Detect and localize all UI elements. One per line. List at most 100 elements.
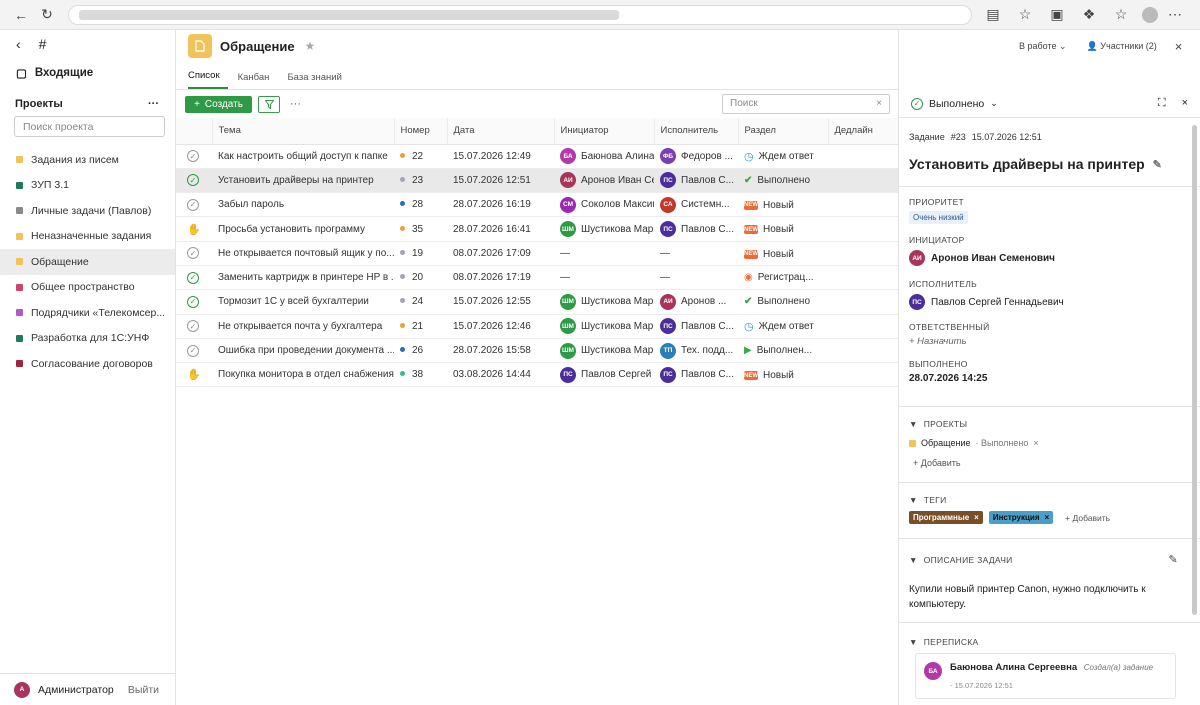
list-search-input[interactable]: Поиск ×	[722, 94, 890, 114]
collapse-chat-icon[interactable]: ▼	[909, 637, 918, 647]
column-header[interactable]: Дата	[447, 118, 555, 145]
edit-title-icon[interactable]: ✎	[1153, 158, 1162, 171]
panel-scrollbar[interactable]	[1192, 125, 1197, 615]
task-topic[interactable]: Установить драйверы на принтер	[212, 168, 394, 194]
collapse-tags-icon[interactable]: ▼	[909, 495, 918, 505]
hash-icon[interactable]: #	[39, 36, 47, 52]
status-open-icon[interactable]: ✓	[187, 247, 199, 260]
status-done-icon[interactable]: ✓	[187, 271, 199, 284]
expand-icon[interactable]: ⛶	[1158, 97, 1166, 110]
status-done-icon[interactable]: ✓	[187, 295, 199, 308]
edit-description-icon[interactable]: ✎	[1168, 553, 1178, 566]
column-header[interactable]: Дедлайн	[828, 118, 899, 145]
sidebar-project-item[interactable]: Личные задачи (Павлов)	[0, 198, 175, 224]
column-header[interactable]: Тема	[212, 118, 395, 145]
back-arrow-icon[interactable]: ‹	[16, 36, 21, 52]
sidebar-project-item[interactable]: Задания из писем	[0, 147, 175, 173]
column-header[interactable]: Номер	[394, 118, 448, 145]
user-avatar[interactable]: А	[14, 681, 30, 698]
view-tab[interactable]: База знаний	[287, 72, 349, 89]
task-row[interactable]: ✓ Ошибка при проведении документа ... 26 28…	[176, 338, 898, 364]
reload-icon[interactable]: ↻	[36, 4, 58, 26]
view-tab[interactable]: Список	[188, 70, 228, 89]
task-status-dropdown[interactable]: ✓ Выполнено ⌄	[911, 97, 998, 110]
puzzle-icon[interactable]: ❖	[1078, 4, 1100, 26]
favorites-icon[interactable]: ☆	[1110, 4, 1132, 26]
sidebar-project-item[interactable]: Согласование договоров	[0, 351, 175, 377]
reader-icon[interactable]: ▤	[982, 4, 1004, 26]
assign-link[interactable]: + Назначить	[909, 336, 1190, 347]
status-open-icon[interactable]: ✓	[187, 150, 199, 163]
sidebar-project-item[interactable]: Общее пространство	[0, 275, 175, 301]
status-open-icon[interactable]: ✓	[187, 320, 199, 333]
sidebar-project-item[interactable]: Подрядчики «Телекомсер...	[0, 300, 175, 326]
task-row[interactable]: ✋ Просьба установить программу 35 28.07.202…	[176, 216, 898, 242]
project-search-input[interactable]: Поиск проекта	[14, 116, 165, 137]
inbox-link[interactable]: ▢ Входящие	[0, 56, 175, 90]
task-title[interactable]: Установить драйверы на принтер	[909, 156, 1145, 172]
filter-button[interactable]	[258, 95, 280, 113]
back-icon[interactable]: ←	[10, 4, 32, 26]
executor-name[interactable]: Павлов Сергей Геннадьевич	[931, 297, 1064, 308]
sidebar-project-item[interactable]: Обращение	[0, 249, 175, 275]
task-topic[interactable]: Не открывается почта у бухгалтера	[212, 314, 394, 339]
tag-instruction[interactable]: Инструкция ×	[988, 511, 1054, 524]
status-open-icon[interactable]: ✓	[187, 198, 199, 211]
user-name[interactable]: Администратор	[38, 684, 128, 696]
column-header[interactable]: Инициатор	[554, 118, 655, 145]
collapse-desc-icon[interactable]: ▼	[909, 555, 918, 565]
remove-project-icon[interactable]: ×	[1033, 438, 1038, 448]
favorite-star-icon[interactable]: ☆	[1014, 4, 1036, 26]
task-topic[interactable]: Забыл пароль	[212, 192, 394, 218]
task-topic[interactable]: Заменить картридж в принтере HP в ...	[212, 265, 394, 291]
task-topic[interactable]: Не открывается почтовый ящик у по...	[212, 241, 394, 266]
chat-avatar: БА	[924, 662, 942, 680]
tag-programs[interactable]: Программные ×	[909, 511, 983, 524]
hand-icon[interactable]: ✋	[187, 369, 201, 381]
initiator-name[interactable]: Аронов Иван Семенович	[931, 253, 1055, 264]
sidebar-project-item[interactable]: Неназначенные задания	[0, 224, 175, 250]
task-topic[interactable]: Тормозит 1С у всей бухгалтерии	[212, 289, 394, 315]
close-project-icon[interactable]: ×	[1175, 39, 1183, 54]
column-header[interactable]: Исполнитель	[654, 118, 739, 145]
hand-icon[interactable]: ✋	[187, 224, 201, 236]
members-button[interactable]: 👤 Участники (2)	[1087, 41, 1157, 52]
task-row[interactable]: ✓ Заменить картридж в принтере HP в ... 20…	[176, 265, 898, 291]
project-chip[interactable]: Обращение	[921, 438, 970, 448]
task-number: 26	[412, 345, 424, 357]
star-icon[interactable]: ★	[305, 39, 316, 53]
clear-icon[interactable]: ×	[876, 98, 882, 110]
extension-icon[interactable]: ▣	[1046, 4, 1068, 26]
chat-action: Создал(а) задание	[1083, 663, 1154, 672]
task-row[interactable]: ✓ Не открывается почтовый ящик у по... 19 0…	[176, 241, 898, 266]
priority-badge[interactable]: Очень низкий	[909, 211, 968, 224]
address-bar[interactable]	[68, 4, 972, 25]
add-project-button[interactable]: + Добавить	[913, 458, 1190, 468]
task-row[interactable]: ✓ Не открывается почта у бухгалтера 21 15.0…	[176, 314, 898, 339]
sidebar-project-item[interactable]: ЗУП 3.1	[0, 173, 175, 199]
projects-more-icon[interactable]: ···	[148, 98, 159, 110]
task-topic[interactable]: Ошибка при проведении документа ...	[212, 338, 394, 364]
close-panel-icon[interactable]: ×	[1182, 97, 1188, 110]
create-button[interactable]: + Создать	[185, 95, 252, 113]
task-row[interactable]: ✓ Как настроить общий доступ к папке 22 15.…	[176, 144, 898, 169]
column-header[interactable]: Раздел	[738, 118, 829, 145]
menu-dots-icon[interactable]: ⋯	[1164, 4, 1186, 26]
logout-link[interactable]: Выйти	[128, 684, 159, 696]
task-row[interactable]: ✓ Тормозит 1С у всей бухгалтерии 24 15.07.2…	[176, 289, 898, 315]
task-row[interactable]: ✓ Забыл пароль 28 28.07.2026 16:19 СМ Соколов…	[176, 192, 898, 218]
task-topic[interactable]: Как настроить общий доступ к папке	[212, 144, 394, 169]
add-tag-button[interactable]: + Добавить	[1065, 513, 1110, 523]
status-done-icon[interactable]: ✓	[187, 174, 199, 187]
collapse-projects-icon[interactable]: ▼	[909, 419, 918, 429]
task-row[interactable]: ✋ Покупка монитора в отдел снабжения 38 03.…	[176, 362, 898, 388]
work-status-dropdown[interactable]: В работе ⌄	[1019, 41, 1067, 52]
task-topic[interactable]: Просьба установить программу	[212, 216, 394, 242]
view-tab[interactable]: Канбан	[238, 72, 278, 89]
task-topic[interactable]: Покупка монитора в отдел снабжения	[212, 362, 394, 388]
sidebar-project-item[interactable]: Разработка для 1С:УНФ	[0, 326, 175, 352]
status-open-icon[interactable]: ✓	[187, 344, 199, 357]
task-row[interactable]: ✓ Установить драйверы на принтер 23 15.07.2…	[176, 168, 898, 194]
profile-avatar[interactable]	[1142, 6, 1158, 23]
toolbar-more-icon[interactable]: ···	[290, 98, 301, 110]
